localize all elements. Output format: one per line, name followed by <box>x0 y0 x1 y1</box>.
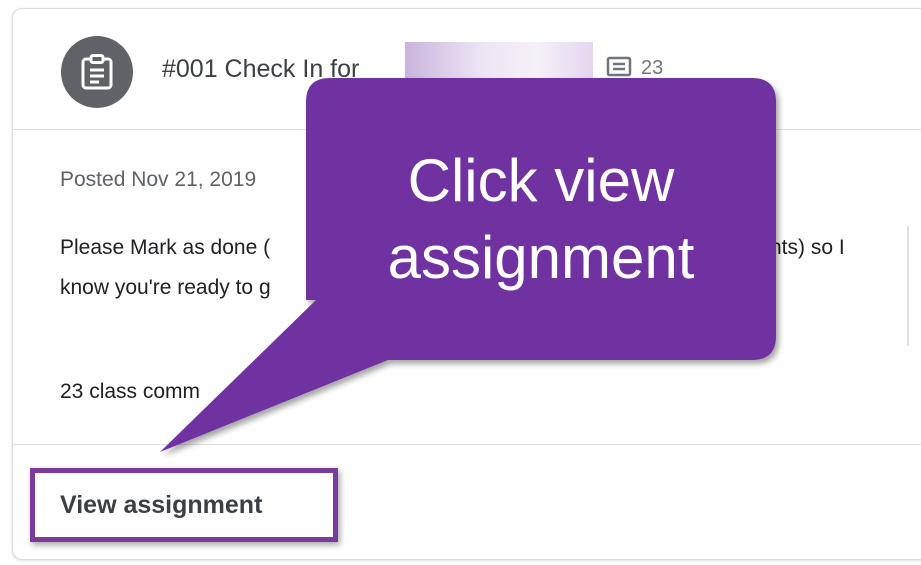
callout-text-line-1: Click view <box>407 147 675 214</box>
callout-text-line-2: assignment <box>387 224 695 291</box>
callout-text: Click view assignment <box>310 142 772 296</box>
